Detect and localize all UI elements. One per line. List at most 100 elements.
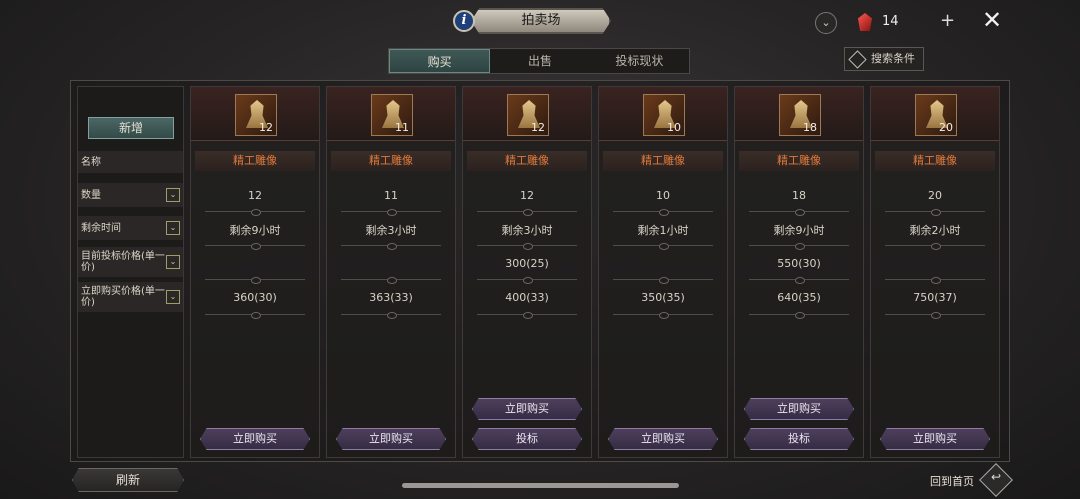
buy-now-button[interactable]: 立即购买 xyxy=(744,398,854,420)
bid-button[interactable]: 投标 xyxy=(744,428,854,450)
divider xyxy=(341,312,441,319)
item-icon[interactable]: 20 xyxy=(915,94,957,136)
currency-count: 14 xyxy=(882,14,899,29)
diamond-icon xyxy=(848,50,867,69)
tab-sell[interactable]: 出售 xyxy=(490,49,589,73)
divider xyxy=(613,277,713,284)
item-icon[interactable]: 12 xyxy=(235,94,277,136)
item-current-bid: 300(25) xyxy=(505,257,549,270)
filter-buyout-price[interactable]: 立即购买价格(单一价) ⌄ xyxy=(78,282,183,312)
item-current-bid: 550(30) xyxy=(777,257,821,270)
item-quantity: 10 xyxy=(656,189,670,202)
item-name: 精工雕像 xyxy=(603,151,723,171)
search-conditions-button[interactable]: 搜索条件 xyxy=(844,47,924,71)
listing-column[interactable]: 11 精工雕像 11 剩余3小时 363(33) 立即购买 xyxy=(326,86,456,458)
filter-time-left[interactable]: 剩余时间 ⌄ xyxy=(78,216,183,240)
refresh-button[interactable]: 刷新 xyxy=(72,468,184,492)
item-buyout-price: 750(37) xyxy=(913,291,957,304)
item-buyout-price: 360(30) xyxy=(233,291,277,304)
divider xyxy=(477,312,577,319)
filter-time-left-label: 剩余时间 xyxy=(81,222,121,234)
chevron-down-icon[interactable]: ⌄ xyxy=(166,188,180,202)
divider xyxy=(477,277,577,284)
item-quantity: 20 xyxy=(928,189,942,202)
item-buyout-price: 400(33) xyxy=(505,291,549,304)
chevron-down-icon[interactable]: ⌄ xyxy=(166,255,180,269)
buy-now-button[interactable]: 立即购买 xyxy=(880,428,990,450)
item-name: 精工雕像 xyxy=(467,151,587,171)
chevron-down-icon[interactable]: ⌄ xyxy=(166,290,180,304)
divider xyxy=(205,209,305,216)
horizontal-scrollbar[interactable] xyxy=(402,483,679,488)
page-title: 拍卖场 xyxy=(471,8,611,34)
title-bar: 拍卖场 i xyxy=(453,4,613,36)
divider xyxy=(885,209,985,216)
buy-now-button[interactable]: 立即购买 xyxy=(200,428,310,450)
item-stack-count: 10 xyxy=(667,121,681,134)
divider xyxy=(749,312,849,319)
filter-quantity-label: 数量 xyxy=(81,189,101,201)
add-currency-button[interactable]: + xyxy=(940,10,955,31)
divider xyxy=(477,243,577,250)
listing-column[interactable]: 12 精工雕像 12 剩余9小时 360(30) 立即购买 xyxy=(190,86,320,458)
item-buyout-price: 350(35) xyxy=(641,291,685,304)
filter-current-bid-label: 目前投标价格(单一价) xyxy=(81,251,165,273)
item-name: 精工雕像 xyxy=(875,151,995,171)
filter-quantity[interactable]: 数量 ⌄ xyxy=(78,183,183,207)
tab-buy[interactable]: 购买 xyxy=(389,49,491,73)
item-quantity: 12 xyxy=(520,189,534,202)
item-stack-count: 12 xyxy=(531,121,545,134)
divider xyxy=(749,209,849,216)
item-quantity: 11 xyxy=(384,189,398,202)
filter-buyout-price-label: 立即购买价格(单一价) xyxy=(81,286,165,308)
item-buyout-price: 363(33) xyxy=(369,291,413,304)
red-gem-currency-icon xyxy=(858,13,872,31)
buy-now-button[interactable]: 立即购买 xyxy=(472,398,582,420)
chevron-down-icon[interactable]: ⌄ xyxy=(166,221,180,235)
column-header: 11 xyxy=(327,87,455,141)
buy-now-button[interactable]: 立即购买 xyxy=(608,428,718,450)
item-name: 精工雕像 xyxy=(739,151,859,171)
listing-column[interactable]: 10 精工雕像 10 剩余1小时 350(35) 立即购买 xyxy=(598,86,728,458)
item-time-left: 剩余3小时 xyxy=(365,224,417,237)
column-header: 10 xyxy=(599,87,727,141)
listing-column[interactable]: 12 精工雕像 12 剩余3小时 300(25) 400(33) 立即购买 投标 xyxy=(462,86,592,458)
divider xyxy=(205,312,305,319)
bid-button[interactable]: 投标 xyxy=(472,428,582,450)
item-name: 精工雕像 xyxy=(331,151,451,171)
divider xyxy=(885,243,985,250)
item-stack-count: 20 xyxy=(939,121,953,134)
column-header: 12 xyxy=(463,87,591,141)
column-header: 20 xyxy=(871,87,999,141)
close-button[interactable]: ✕ xyxy=(982,6,1002,34)
divider xyxy=(749,277,849,284)
item-time-left: 剩余1小时 xyxy=(637,224,689,237)
item-icon[interactable]: 10 xyxy=(643,94,685,136)
listing-column[interactable]: 18 精工雕像 18 剩余9小时 550(30) 640(35) 立即购买 投标 xyxy=(734,86,864,458)
add-filter-button[interactable]: 新增 xyxy=(88,117,174,139)
divider xyxy=(341,243,441,250)
item-time-left: 剩余9小时 xyxy=(773,224,825,237)
filter-current-bid[interactable]: 目前投标价格(单一价) ⌄ xyxy=(78,247,183,277)
item-icon[interactable]: 18 xyxy=(779,94,821,136)
item-time-left: 剩余9小时 xyxy=(229,224,281,237)
filter-name: 名称 xyxy=(78,151,183,173)
collapse-chevron-icon[interactable]: ⌄ xyxy=(815,12,837,34)
buy-now-button[interactable]: 立即购买 xyxy=(336,428,446,450)
divider xyxy=(205,277,305,284)
info-icon[interactable]: i xyxy=(453,10,475,32)
item-quantity: 12 xyxy=(248,189,262,202)
return-home-icon[interactable]: ↩ xyxy=(979,463,1013,497)
tab-bid-status[interactable]: 投标现状 xyxy=(590,49,689,73)
divider xyxy=(205,243,305,250)
item-icon[interactable]: 11 xyxy=(371,94,413,136)
column-header: 12 xyxy=(191,87,319,141)
listing-column[interactable]: 20 精工雕像 20 剩余2小时 750(37) 立即购买 xyxy=(870,86,1000,458)
item-icon[interactable]: 12 xyxy=(507,94,549,136)
item-name: 精工雕像 xyxy=(195,151,315,171)
divider xyxy=(341,277,441,284)
search-conditions-label: 搜索条件 xyxy=(871,52,915,65)
item-quantity: 18 xyxy=(792,189,806,202)
home-label[interactable]: 回到首页 xyxy=(930,473,974,489)
divider xyxy=(613,209,713,216)
